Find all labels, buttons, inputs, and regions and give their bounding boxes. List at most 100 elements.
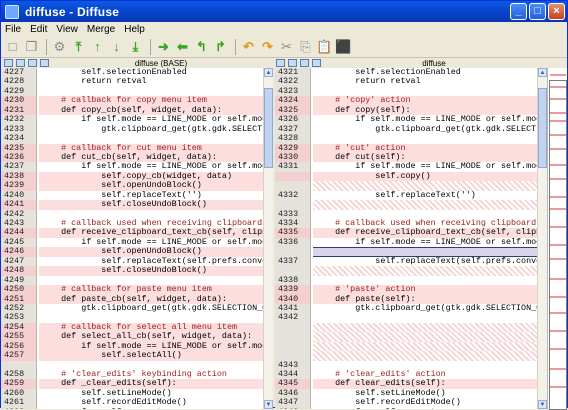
overview-change-marker <box>550 164 566 166</box>
pane-title-working: diffuse <box>422 58 446 68</box>
line-text <box>313 351 537 361</box>
line-number <box>275 171 311 182</box>
diff-line[interactable] <box>275 351 537 361</box>
diff-line[interactable]: 4241 self.closeUndoBlock() <box>1 199 263 210</box>
line-text: self.closeUndoBlock() <box>39 199 263 210</box>
diff-line[interactable]: 4252 gtk.clipboard_get(gtk.gdk.SELECTION… <box>1 302 263 314</box>
line-text: gtk.clipboard_get(gtk.gdk.SELECTION <box>41 123 263 134</box>
overview-change-marker <box>550 74 566 76</box>
gear-icon[interactable]: ⚙ <box>51 38 68 55</box>
overview-change-marker <box>550 330 566 332</box>
line-text: return retval <box>41 76 147 87</box>
line-number <box>275 341 311 352</box>
menu-view[interactable]: View <box>56 24 78 35</box>
diff-line[interactable]: 4228 return retval <box>1 76 263 87</box>
diff-line[interactable]: 4248 self.closeUndoBlock() <box>1 265 263 276</box>
copy-icon[interactable]: ⎘ <box>297 38 314 55</box>
scroll-up-icon[interactable]: ▲ <box>264 68 273 77</box>
line-text: self.replaceText('') <box>315 189 476 200</box>
maximize-button[interactable]: □ <box>529 3 546 20</box>
pane-header-base: diffuse (BASE) <box>1 58 273 68</box>
diff-line[interactable] <box>275 266 537 276</box>
last-change-icon[interactable]: ⤓ <box>127 38 144 55</box>
next-change-icon[interactable]: ↓ <box>108 38 125 55</box>
scrollbar-working[interactable]: ▲ ▼ <box>537 68 547 409</box>
title-bar[interactable]: diffuse - Diffuse _ □ × <box>1 1 567 22</box>
scroll-thumb[interactable] <box>538 88 547 168</box>
overview-change-marker <box>550 312 566 314</box>
undo-icon[interactable]: ↶ <box>240 38 257 55</box>
new-icon[interactable]: □ <box>4 38 21 55</box>
diff-line[interactable]: 4257 self.selectAll() <box>1 350 263 361</box>
paste-icon[interactable]: 📋 <box>316 38 333 55</box>
open-icon[interactable]: ❐ <box>23 38 40 55</box>
copy-left-icon[interactable]: ⬅ <box>174 38 191 55</box>
save-as-icon[interactable] <box>40 59 49 67</box>
line-number: 4336 <box>275 237 311 248</box>
open-file-icon[interactable] <box>4 59 13 67</box>
line-text <box>313 313 537 322</box>
line-text: if self.mode == LINE_MODE or self.mode <box>315 236 537 247</box>
scroll-thumb[interactable] <box>264 88 273 168</box>
copy-right-icon[interactable]: ➜ <box>155 38 172 55</box>
line-text: self.replaceText(self.prefs.conver <box>315 255 537 266</box>
diff-line[interactable]: 4233 gtk.clipboard_get(gtk.gdk.SELECTION <box>1 123 263 135</box>
close-button[interactable]: × <box>548 3 565 20</box>
menu-merge[interactable]: Merge <box>87 24 115 35</box>
diff-overview-map[interactable] <box>547 68 567 410</box>
line-number: 4332 <box>275 190 311 201</box>
overview-change-marker <box>550 178 566 180</box>
cut-icon[interactable]: ✂ <box>278 38 295 55</box>
menu-file[interactable]: File <box>5 24 21 35</box>
toolbar: □ ❐ ⚙ ⤒ ↑ ↓ ⤓ ➜ ⬅ ↰ ↱ ↶ ↷ ✂ ⎘ 📋 ⬛ <box>1 36 567 58</box>
previous-change-icon[interactable]: ↑ <box>89 38 106 55</box>
save-icon[interactable] <box>28 59 37 67</box>
overview-change-marker <box>550 278 566 280</box>
line-text: gtk.clipboard_get(gtk.gdk.SELECTION_C <box>41 302 263 313</box>
line-text <box>313 341 537 352</box>
diff-pane-working[interactable]: 4321 self.selectionEnabled 4322 return re… <box>275 68 537 409</box>
save-as-icon[interactable] <box>312 59 321 67</box>
line-text: self.selectAll() <box>39 350 263 361</box>
line-text: self.closeUndoBlock() <box>39 265 263 276</box>
diff-line[interactable]: 4327 gtk.clipboard_get(gtk.gdk.SELECTIO <box>275 124 537 135</box>
menu-edit[interactable]: Edit <box>30 24 47 35</box>
diff-line[interactable] <box>275 322 537 333</box>
overview-change-marker <box>550 368 566 370</box>
line-number: 4331 <box>275 161 311 172</box>
diff-line[interactable] <box>275 332 537 342</box>
first-change-icon[interactable]: ⤒ <box>70 38 87 55</box>
overview-change-marker <box>550 244 566 246</box>
overview-change-marker <box>550 86 566 88</box>
save-icon[interactable] <box>300 59 309 67</box>
overview-change-marker <box>550 148 566 150</box>
diff-line[interactable]: 4342 <box>275 312 537 323</box>
merge-right-icon[interactable]: ↱ <box>212 38 229 55</box>
menu-help[interactable]: Help <box>124 24 145 35</box>
diff-line[interactable]: 4332 self.replaceText('') <box>275 189 537 201</box>
overview-change-marker <box>550 386 566 388</box>
pane-header-working: diffuse <box>273 58 547 68</box>
diff-line[interactable]: self.copy() <box>275 171 537 182</box>
overview-change-marker <box>550 258 566 260</box>
diff-line[interactable]: 4341 gtk.clipboard_get(gtk.gdk.SELECTION… <box>275 303 537 314</box>
diff-line[interactable]: 4337 self.replaceText(self.prefs.conver <box>275 255 537 267</box>
reload-icon[interactable] <box>288 59 297 67</box>
diff-line[interactable] <box>275 200 537 210</box>
diff-line[interactable]: 4322 return retval <box>275 76 537 87</box>
redo-icon[interactable]: ↷ <box>259 38 276 55</box>
minimize-button[interactable]: _ <box>510 3 527 20</box>
diff-pane-base[interactable]: 4227 self.selectionEnabled 4228 return re… <box>1 68 263 409</box>
diff-line[interactable] <box>275 341 537 352</box>
diff-line[interactable]: 4336 if self.mode == LINE_MODE or self.m… <box>275 236 537 248</box>
reload-icon[interactable] <box>16 59 25 67</box>
open-file-icon[interactable] <box>276 59 285 67</box>
select-all-icon[interactable]: ⬛ <box>335 38 352 55</box>
overview-change-marker <box>550 134 566 136</box>
overview-change-marker <box>550 348 566 350</box>
scrollbar-base[interactable]: ▲ ▼ <box>263 68 273 409</box>
merge-left-icon[interactable]: ↰ <box>193 38 210 55</box>
scroll-up-icon[interactable]: ▲ <box>538 68 547 77</box>
overview-change-marker <box>550 98 566 100</box>
line-text: return retval <box>315 76 421 87</box>
